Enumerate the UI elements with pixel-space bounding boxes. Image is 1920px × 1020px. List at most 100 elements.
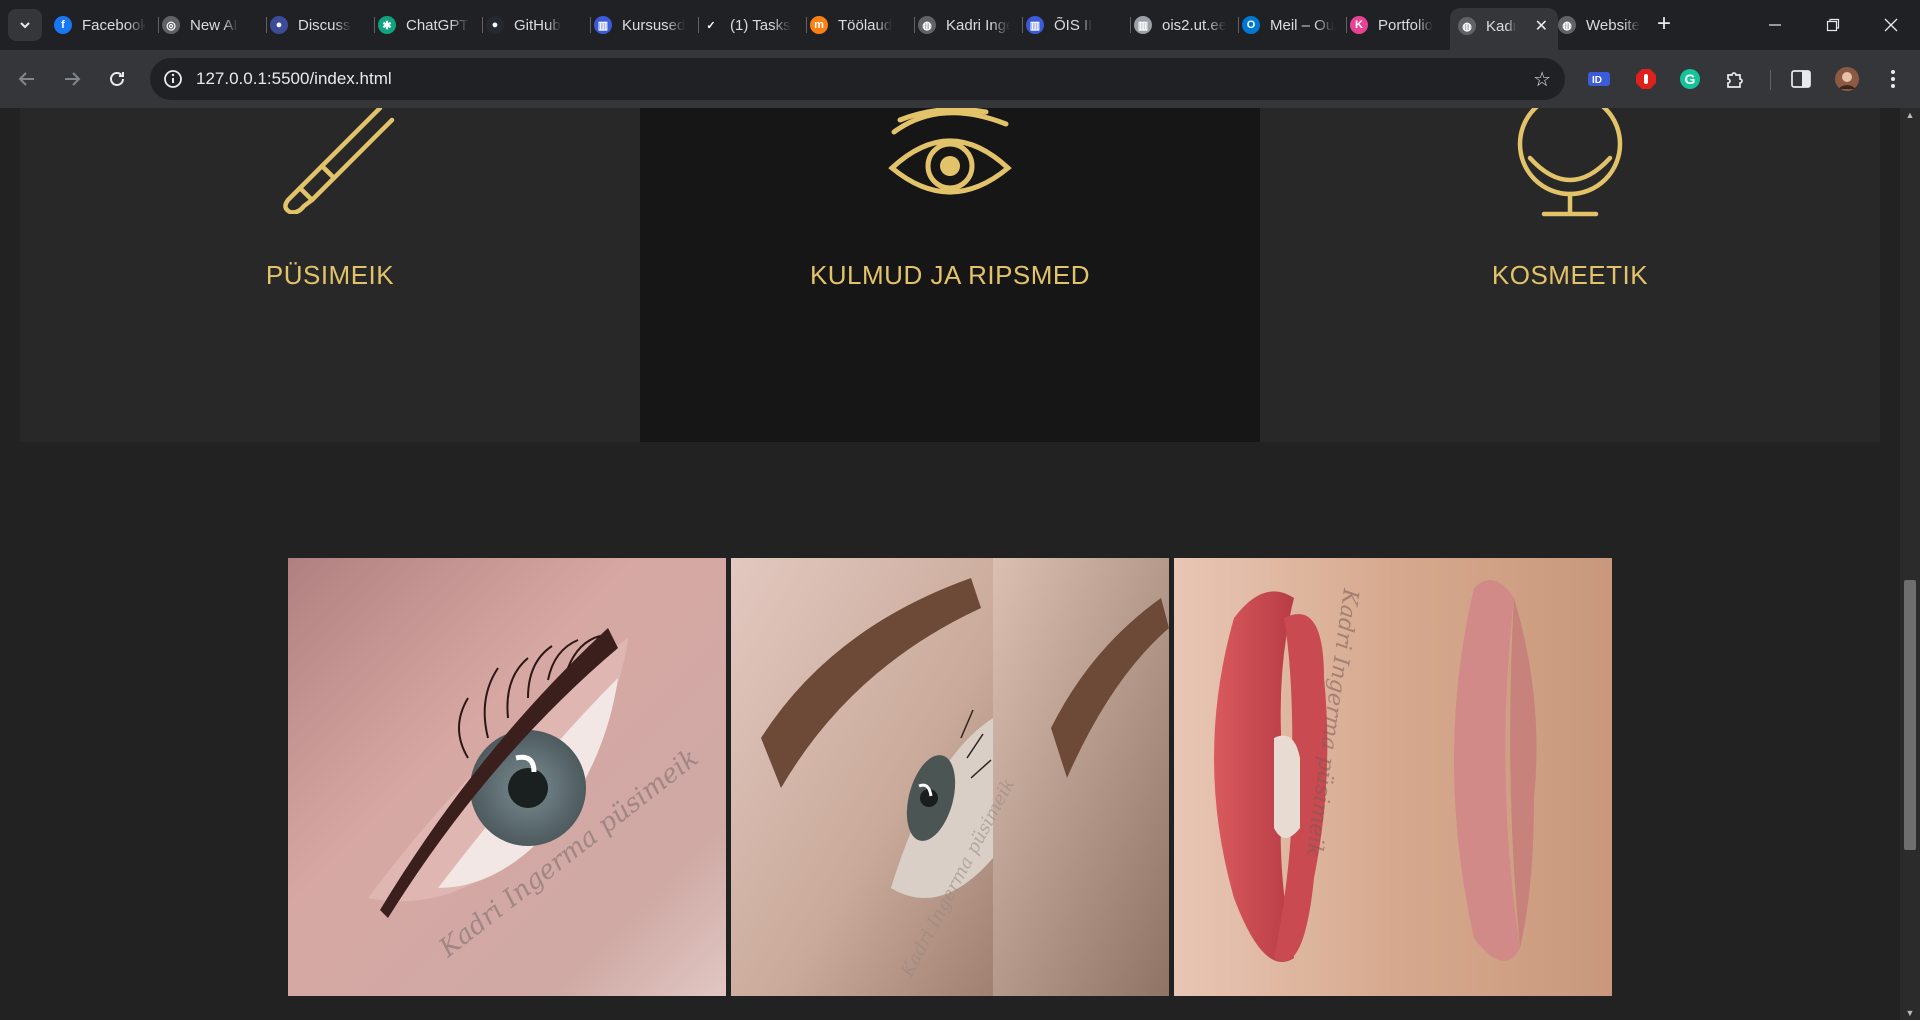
photo-gallery: Kadri Ingerma püsimeik Kadri Ingerma püs… [288, 558, 1613, 996]
close-window-button[interactable] [1868, 8, 1914, 42]
service-card-kosmeetik[interactable]: KOSMEETIK [1260, 108, 1880, 442]
bookmark-star-icon[interactable]: ☆ [1533, 67, 1551, 92]
tab-title: Discuss [298, 16, 351, 34]
tab-title: Töölaud [838, 16, 893, 34]
close-icon [1884, 18, 1898, 32]
browser-tab[interactable]: ▥ ois2.ut.ee [1134, 8, 1242, 42]
tab-search-button[interactable] [8, 9, 42, 41]
scrollbar-thumb[interactable] [1904, 580, 1916, 850]
globe-icon: ◍ [1558, 16, 1576, 34]
browser-tab[interactable]: ▥ ÕIS II [1026, 8, 1134, 42]
reload-icon [110, 72, 124, 86]
forward-button[interactable] [55, 62, 89, 96]
tab-separator [158, 17, 159, 33]
restore-icon [1826, 18, 1840, 32]
eye-brow-icon [888, 108, 1012, 195]
outlook-icon: O [1242, 16, 1260, 34]
tab-separator [1022, 17, 1023, 33]
arrow-right-icon [65, 72, 81, 86]
tab-separator [806, 17, 807, 33]
new-tab-button[interactable]: + [1650, 10, 1678, 38]
service-card-pusimeik[interactable]: PÜSIMEIK [20, 108, 640, 442]
tab-title: Kursused [622, 16, 686, 34]
globe-icon: ◍ [1458, 17, 1476, 35]
site-info-icon[interactable] [162, 68, 184, 90]
browser-toolbar: 127.0.0.1:5500/index.html ☆ ID G [0, 50, 1920, 108]
university-icon: ▥ [1134, 16, 1152, 34]
gallery-photo-lips[interactable]: Kadri Ingerma püsimeik [1174, 558, 1612, 996]
tab-separator [1346, 17, 1347, 33]
address-bar[interactable]: 127.0.0.1:5500/index.html ☆ [150, 58, 1565, 100]
tab-title: Facebook [82, 16, 146, 34]
browser-tab[interactable]: ● GitHub [486, 8, 594, 42]
university-icon: ▥ [594, 16, 612, 34]
restore-button[interactable] [1810, 8, 1856, 42]
browser-tab[interactable]: m Töölaud [810, 8, 918, 42]
tab-separator [374, 17, 375, 33]
moodle-icon: m [810, 16, 828, 34]
browser-tab[interactable]: ✱ ChatGPT [378, 8, 486, 42]
facebook-icon: f [54, 16, 72, 34]
service-card-kulmud-ja-ripsmed[interactable]: KULMUD JA RIPSMED [640, 108, 1260, 442]
tab-separator [482, 17, 483, 33]
back-button[interactable] [10, 62, 44, 96]
tab-title: Website [1586, 16, 1640, 34]
tab-separator [1238, 17, 1239, 33]
svg-text:G: G [1685, 71, 1696, 87]
check-icon: ✓ [702, 16, 720, 34]
side-panel-icon[interactable] [1788, 66, 1814, 92]
openai-icon: ◎ [162, 16, 180, 34]
tab-title: New AI [190, 16, 238, 34]
portfolio-icon: K [1350, 16, 1368, 34]
close-tab-icon[interactable]: ✕ [1535, 16, 1548, 36]
page-scrollbar[interactable]: ▲ ▼ [1900, 108, 1920, 1020]
svg-text:ID: ID [1592, 75, 1602, 86]
profile-avatar[interactable] [1834, 66, 1860, 92]
browser-tab[interactable]: O Meil – Outlook [1242, 8, 1350, 42]
tab-strip: f Facebook ◎ New AI ● Discuss ✱ ChatGPT ● GitHub ▥… [0, 0, 1920, 50]
extensions-puzzle-icon[interactable] [1722, 66, 1748, 92]
minimize-icon [1769, 24, 1781, 26]
grammarly-extension-icon[interactable]: G [1677, 66, 1703, 92]
service-label: PÜSIMEIK [265, 260, 395, 290]
scroll-up-arrow-icon[interactable]: ▲ [1905, 110, 1915, 120]
gallery-photo-eyeliner[interactable]: Kadri Ingerma püsimeik [288, 558, 726, 996]
tab-separator [698, 17, 699, 33]
service-label: KULMUD JA RIPSMED [809, 260, 1091, 290]
browser-tab[interactable]: ◎ New AI [162, 8, 270, 42]
minimize-button[interactable] [1752, 8, 1798, 42]
browser-tab[interactable]: K Portfolio [1350, 8, 1458, 42]
adblock-extension-icon[interactable] [1633, 66, 1659, 92]
browser-tab[interactable]: f Facebook [54, 8, 162, 42]
tab-title: ChatGPT [406, 16, 469, 34]
tab-title: ÕIS II [1054, 16, 1093, 34]
makeup-brush-icon [283, 108, 395, 214]
browser-menu-icon[interactable] [1880, 66, 1906, 92]
tab-separator [1130, 17, 1131, 33]
services-section: PÜSIMEIK KULMUD JA RIPSMED KOSMEETIK [20, 108, 1880, 442]
chatgpt-icon: ✱ [378, 16, 396, 34]
university-icon: ▥ [1026, 16, 1044, 34]
tab-title: ois2.ut.ee [1162, 16, 1226, 34]
tab-separator [914, 17, 915, 33]
discord-icon: ● [270, 16, 288, 34]
gallery-photo-brows[interactable]: Kadri Ingerma püsimeik [731, 558, 1169, 996]
globe-icon: ◍ [918, 16, 936, 34]
tab-title: GitHub [514, 16, 561, 34]
browser-tab[interactable]: ◍ Kadri Ingerma [918, 8, 1026, 42]
id-extension-icon[interactable]: ID [1586, 66, 1612, 92]
scroll-down-arrow-icon[interactable]: ▼ [1905, 1008, 1915, 1018]
browser-tab[interactable]: ● Discuss [270, 8, 378, 42]
github-icon: ● [486, 16, 504, 34]
tab-title: (1) Tasks [730, 16, 791, 34]
tab-title: Kadri Ingerma [946, 16, 1010, 34]
browser-tab[interactable]: ▥ Kursused [594, 8, 702, 42]
tab-title: Meil – Outlook [1270, 16, 1334, 34]
browser-tab[interactable]: ✓ (1) Tasks [702, 8, 810, 42]
url-text[interactable]: 127.0.0.1:5500/index.html [196, 69, 392, 89]
page-viewport: PÜSIMEIK KULMUD JA RIPSMED KOSMEETIK Kad… [0, 108, 1920, 1020]
toolbar-divider [1770, 70, 1771, 90]
chevron-down-icon [20, 22, 30, 29]
reload-button[interactable] [100, 62, 134, 96]
browser-tab[interactable]: ◍ Kadri ✕ [1450, 8, 1558, 50]
